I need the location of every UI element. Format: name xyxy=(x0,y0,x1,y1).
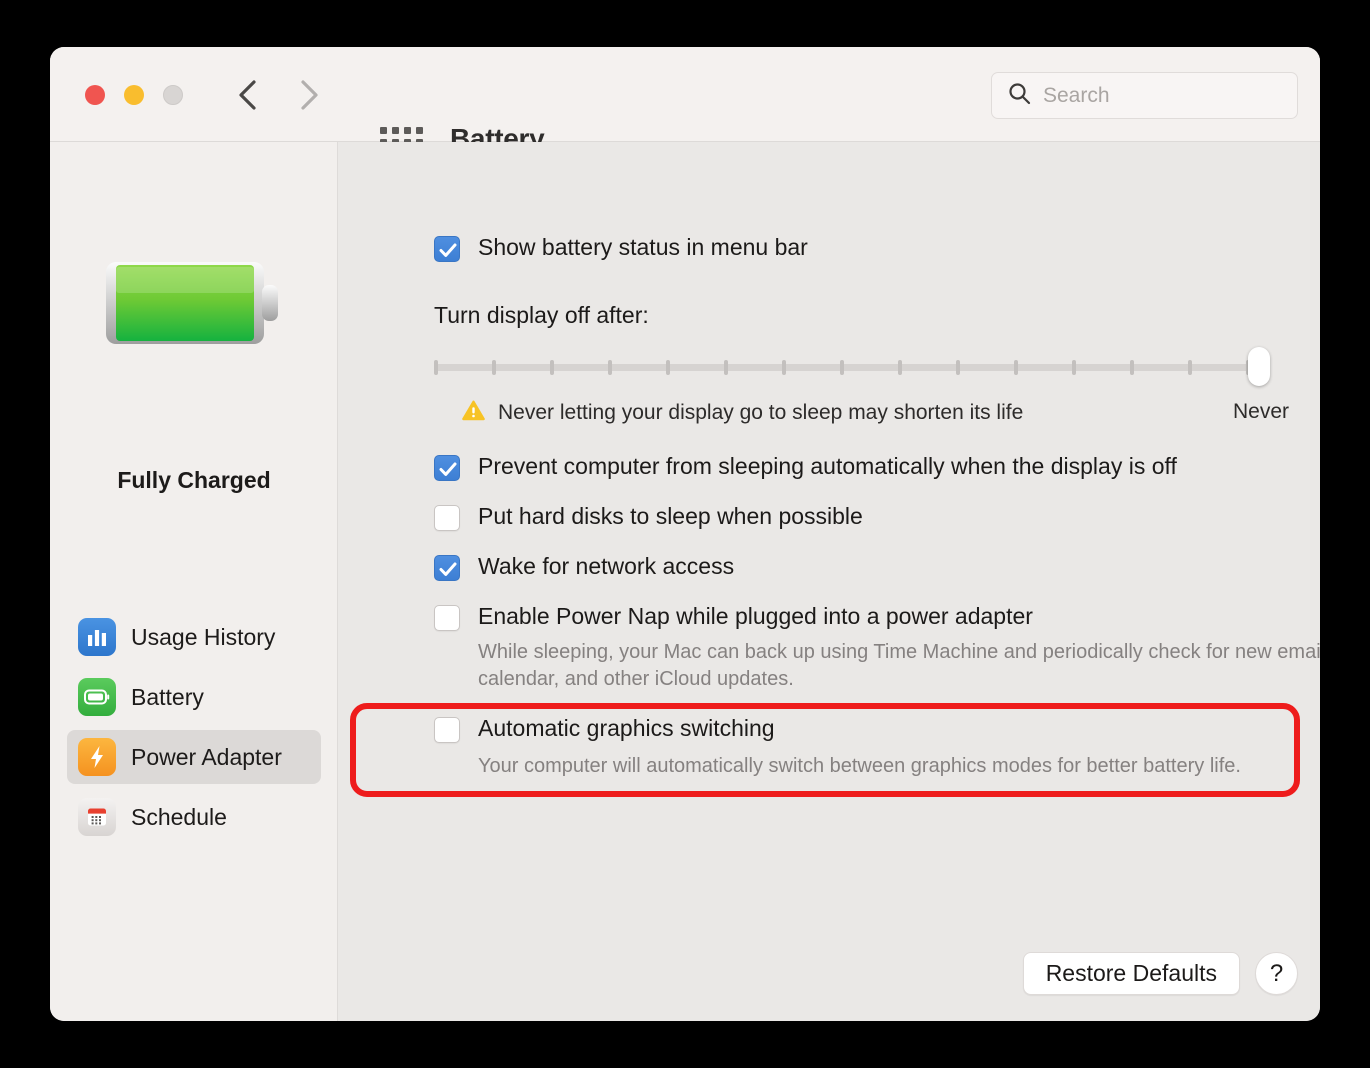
search-field[interactable]: Search xyxy=(991,72,1298,119)
sidebar-item-label: Usage History xyxy=(131,623,276,650)
checkbox-show-battery-status[interactable] xyxy=(434,236,460,262)
sidebar-item-label: Battery xyxy=(131,683,204,710)
checkbox-row-wake-network[interactable]: Wake for network access xyxy=(434,553,734,581)
power-nap-desc-line1: While sleeping, your Mac can back up usi… xyxy=(478,641,1230,663)
sidebar: Fully Charged Usage History Battery Powe… xyxy=(50,142,338,1021)
sidebar-item-power-adapter[interactable]: Power Adapter xyxy=(67,730,321,784)
checkbox-hard-disks-sleep[interactable] xyxy=(434,505,460,531)
sidebar-nav-list: Usage History Battery Power Adapter Sche… xyxy=(50,610,338,850)
close-button[interactable] xyxy=(85,85,105,105)
help-button[interactable]: ? xyxy=(1255,952,1298,995)
checkbox-row-show-battery-status[interactable]: Show battery status in menu bar xyxy=(434,234,808,262)
warning-text: Never letting your display go to sleep m… xyxy=(498,401,1024,424)
display-sleep-warning: Never letting your display go to sleep m… xyxy=(462,400,1023,426)
main-content: Show battery status in menu bar Turn dis… xyxy=(338,142,1320,1021)
battery-preferences-window: Battery Search Fully Charged Usage Histo… xyxy=(50,47,1320,1021)
search-placeholder: Search xyxy=(1043,83,1110,107)
zoom-button[interactable] xyxy=(163,85,183,105)
turn-display-off-label: Turn display off after: xyxy=(434,302,649,328)
warning-triangle-icon xyxy=(462,400,485,426)
checkbox-label: Enable Power Nap while plugged into a po… xyxy=(478,603,1033,629)
minimize-button[interactable] xyxy=(124,85,144,105)
graphics-switching-description: Your computer will automatically switch … xyxy=(478,755,1241,777)
restore-defaults-button[interactable]: Restore Defaults xyxy=(1022,952,1240,995)
checkbox-row-graphics-switching[interactable]: Automatic graphics switching xyxy=(434,715,775,743)
sidebar-item-label: Power Adapter xyxy=(131,743,282,770)
sidebar-item-battery[interactable]: Battery xyxy=(67,670,321,724)
traffic-light-group xyxy=(85,85,183,105)
battery-status-label: Fully Charged xyxy=(117,467,271,493)
search-icon xyxy=(1008,82,1031,110)
checkbox-graphics-switching[interactable] xyxy=(434,717,460,743)
window-titlebar: Battery Search xyxy=(50,47,1320,158)
sidebar-item-usage-history[interactable]: Usage History xyxy=(67,610,321,664)
battery-full-icon xyxy=(102,253,287,353)
slider-thumb[interactable] xyxy=(1248,347,1270,386)
bar-chart-icon xyxy=(78,618,116,656)
checkbox-label: Automatic graphics switching xyxy=(478,715,775,741)
checkbox-power-nap[interactable] xyxy=(434,605,460,631)
sidebar-item-schedule[interactable]: Schedule xyxy=(67,790,321,844)
lightning-bolt-icon xyxy=(78,738,116,776)
navigation-arrows xyxy=(235,77,321,113)
slider-track xyxy=(434,364,1264,371)
checkbox-row-prevent-sleeping[interactable]: Prevent computer from sleeping automatic… xyxy=(434,453,1177,481)
checkbox-label: Show battery status in menu bar xyxy=(478,234,808,260)
checkbox-row-hard-disks-sleep[interactable]: Put hard disks to sleep when possible xyxy=(434,503,863,531)
back-arrow-icon[interactable] xyxy=(235,77,261,113)
battery-icon xyxy=(78,678,116,716)
power-nap-description: While sleeping, your Mac can back up usi… xyxy=(478,639,1320,693)
checkbox-label: Wake for network access xyxy=(478,553,735,579)
slider-max-label: Never xyxy=(1232,400,1289,423)
checkbox-label: Put hard disks to sleep when possible xyxy=(478,503,863,529)
display-sleep-slider[interactable] xyxy=(434,347,1270,390)
forward-arrow-icon[interactable] xyxy=(295,77,321,113)
checkbox-prevent-sleeping[interactable] xyxy=(434,455,460,481)
checkbox-wake-network[interactable] xyxy=(434,555,460,581)
checkbox-row-power-nap[interactable]: Enable Power Nap while plugged into a po… xyxy=(434,603,1033,631)
sidebar-item-label: Schedule xyxy=(131,803,227,830)
checkbox-label: Prevent computer from sleeping automatic… xyxy=(478,453,1177,479)
calendar-icon xyxy=(78,798,116,836)
